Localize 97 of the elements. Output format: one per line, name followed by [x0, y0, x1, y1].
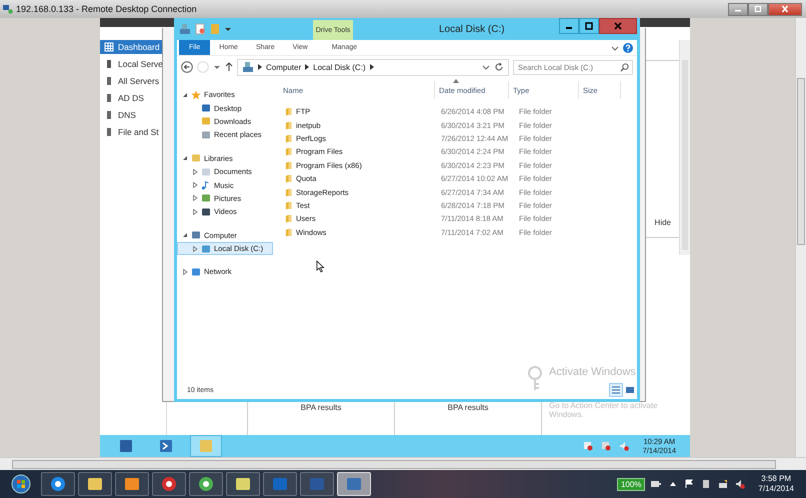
sidebar-item[interactable]: Local Serve: [100, 57, 166, 71]
sidebar-item[interactable]: File and St: [100, 125, 166, 139]
music-icon: [201, 180, 211, 190]
reader-app-button[interactable]: [152, 472, 186, 496]
explorer-icon: [198, 438, 214, 454]
window-title: Local Disk (C:): [439, 24, 505, 35]
help-icon[interactable]: [623, 42, 633, 52]
folder-icon: [285, 214, 292, 224]
tile-label: BPA results: [448, 403, 488, 413]
key-icon: [525, 366, 545, 392]
chevron-down-icon[interactable]: [611, 44, 619, 52]
sort-arrow-icon: [453, 79, 459, 83]
folder-icon: [285, 120, 292, 130]
device-icon[interactable]: [701, 479, 712, 489]
drive-icon: [242, 61, 254, 73]
restore-button[interactable]: [748, 2, 768, 16]
breadcrumb-item[interactable]: Local Disk (C:): [313, 62, 366, 72]
flag-icon[interactable]: [684, 479, 694, 489]
folder-icon: [285, 160, 292, 170]
collapsed-arrow-icon[interactable]: [182, 268, 188, 275]
scrollbar[interactable]: [795, 18, 806, 457]
expanded-arrow-icon[interactable]: [182, 155, 188, 162]
library-icon: [191, 153, 201, 164]
search-icon: [620, 62, 629, 72]
sidebar-item[interactable]: DNS: [100, 108, 166, 122]
folder-icon: [285, 147, 292, 156]
explorer-icon: [86, 475, 104, 493]
close-button[interactable]: [768, 2, 802, 16]
folder-icon: [285, 134, 292, 143]
tile-label: BPA results: [300, 403, 342, 413]
back-icon[interactable]: [181, 61, 193, 73]
shell-icon: [158, 438, 174, 454]
maximize-icon: [585, 22, 593, 30]
sidebar-item[interactable]: AD DS: [100, 91, 166, 105]
network-icon[interactable]: [718, 479, 728, 489]
details-view-icon[interactable]: [609, 383, 623, 397]
close-button[interactable]: [599, 18, 637, 34]
plug-icon[interactable]: [650, 479, 662, 489]
battery-indicator[interactable]: 100%: [616, 478, 646, 490]
expanded-arrow-icon[interactable]: [182, 92, 188, 98]
window-title: 192.168.0.133 - Remote Desktop Connection: [16, 4, 197, 14]
chrome-app-button[interactable]: [189, 472, 223, 496]
collapsed-arrow-icon[interactable]: [192, 182, 198, 188]
picture-icon: [201, 193, 211, 204]
folder-icon: [285, 188, 292, 197]
collapsed-arrow-icon[interactable]: [192, 208, 198, 215]
properties-icon[interactable]: [194, 23, 206, 35]
minimize-button[interactable]: [559, 18, 579, 34]
folder-icon: [285, 107, 292, 116]
rdp-app-button[interactable]: [337, 472, 371, 496]
close-icon: [614, 22, 622, 30]
network-icon: [191, 266, 201, 277]
remote-desktop-icon: [3, 4, 13, 14]
recent-icon: [201, 130, 211, 140]
sidebar-item[interactable]: All Servers: [100, 74, 166, 88]
document-icon: [201, 166, 211, 177]
clock[interactable]: 3:58 PM 7/14/2014: [758, 474, 794, 494]
breadcrumb-arrow-icon[interactable]: [258, 64, 262, 70]
folder-icon: [285, 174, 292, 184]
windows-logo-icon: [11, 474, 31, 494]
mouse-pointer-icon: [316, 260, 325, 273]
breadcrumb-arrow-icon[interactable]: [370, 64, 374, 70]
hide-link[interactable]: Hide: [654, 218, 671, 227]
star-icon: [191, 90, 201, 100]
refresh-icon[interactable]: [494, 62, 504, 72]
dropdown-icon[interactable]: [224, 25, 232, 33]
desktop-icon: [201, 103, 211, 114]
maximize-button[interactable]: [579, 18, 599, 34]
chevron-down-icon[interactable]: [482, 63, 490, 71]
expanded-arrow-icon[interactable]: [182, 232, 188, 238]
dropdown-icon[interactable]: [213, 63, 221, 71]
activation-title: Activate Windows: [549, 366, 637, 378]
download-icon: [201, 116, 211, 126]
computer-icon: [191, 230, 201, 240]
scrollbar[interactable]: [679, 40, 690, 255]
activation-message: Go to Action Center to activate Windows.: [549, 401, 659, 419]
notes-icon: [234, 475, 252, 493]
video-icon: [201, 206, 211, 217]
collapsed-arrow-icon[interactable]: [192, 246, 198, 252]
drive-icon: [201, 244, 211, 254]
media-app-button[interactable]: [115, 472, 149, 496]
caret-up-icon[interactable]: [669, 480, 678, 488]
notes-app-button[interactable]: [226, 472, 260, 496]
restore-icon: [753, 5, 763, 13]
up-arrow-icon[interactable]: [225, 62, 233, 72]
collapsed-arrow-icon[interactable]: [192, 195, 198, 202]
speaker-icon[interactable]: [735, 479, 746, 489]
address-bar[interactable]: Computer Local Disk (C:): [237, 58, 509, 76]
scrollbar[interactable]: [0, 457, 806, 470]
collapsed-arrow-icon[interactable]: [192, 168, 198, 175]
ie-app-button[interactable]: [41, 472, 75, 496]
grid-icon: [104, 42, 114, 52]
folder-icon: [285, 228, 292, 237]
breadcrumb-item[interactable]: Computer: [266, 62, 302, 72]
folder-icon: [285, 200, 292, 210]
breadcrumb-arrow-icon[interactable]: [305, 64, 310, 70]
close-icon: [780, 5, 790, 13]
